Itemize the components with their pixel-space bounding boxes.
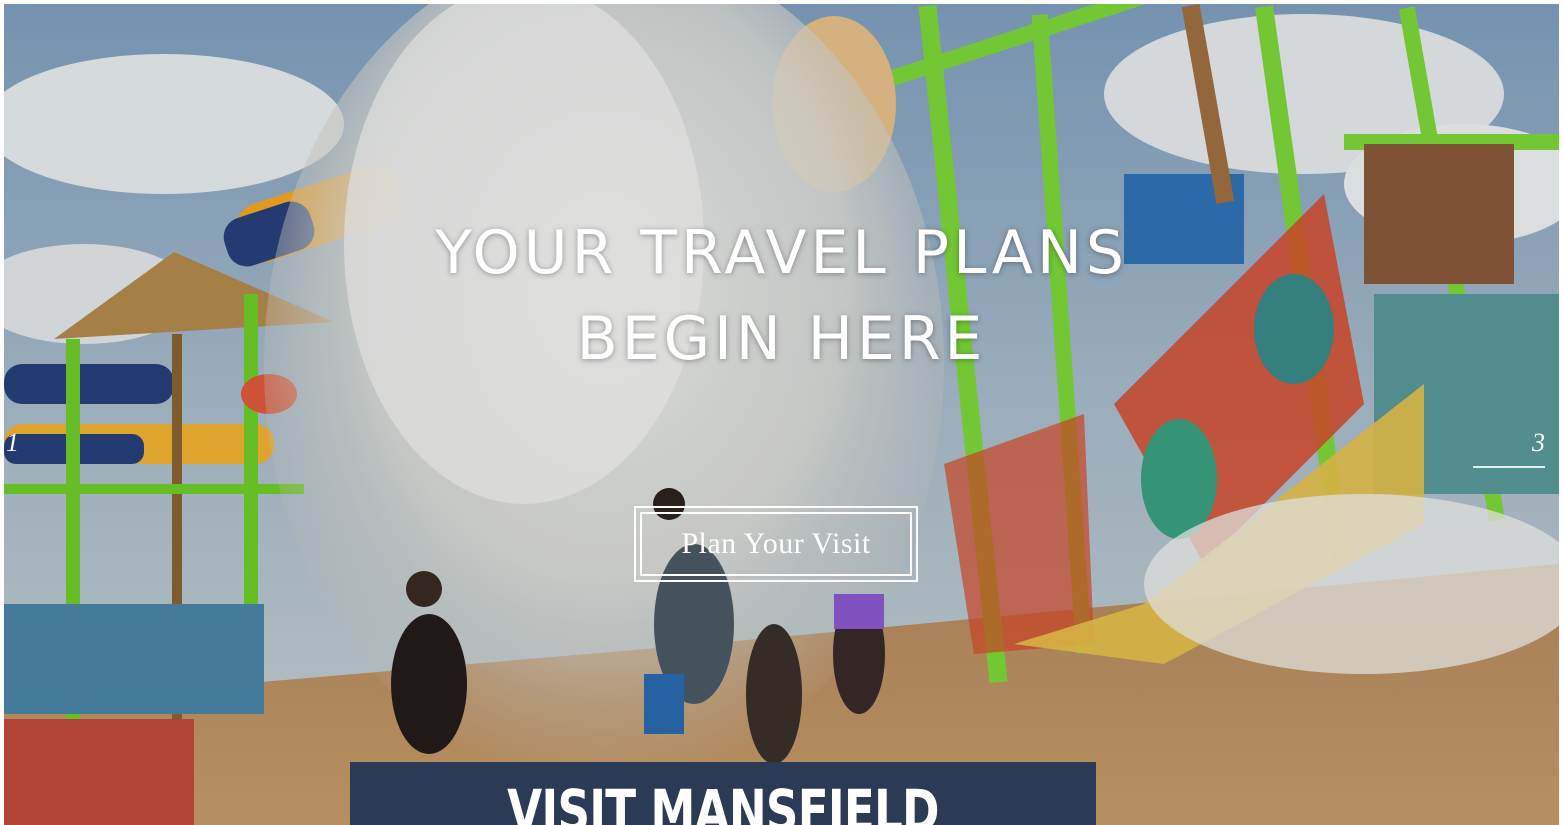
- hero-headline: YOUR TRAVEL PLANS BEGIN HERE: [4, 210, 1559, 382]
- plan-your-visit-label: Plan Your Visit: [640, 512, 912, 576]
- hero-headline-line1: YOUR TRAVEL PLANS: [435, 218, 1128, 288]
- visit-mansfield-label: VISIT MANSFIELD: [507, 777, 939, 825]
- visit-mansfield-banner[interactable]: VISIT MANSFIELD: [350, 762, 1096, 825]
- slide-indicator-bar: [1473, 466, 1545, 468]
- page-frame: YOUR TRAVEL PLANS BEGIN HERE Plan Your V…: [4, 4, 1559, 825]
- slide-indicator-total[interactable]: 3: [1532, 428, 1545, 458]
- hero-headline-line2: BEGIN HERE: [576, 304, 987, 374]
- slide-indicator-current[interactable]: 1: [6, 428, 19, 458]
- hero-photo: [4, 4, 1559, 825]
- plan-your-visit-button[interactable]: Plan Your Visit: [634, 506, 918, 582]
